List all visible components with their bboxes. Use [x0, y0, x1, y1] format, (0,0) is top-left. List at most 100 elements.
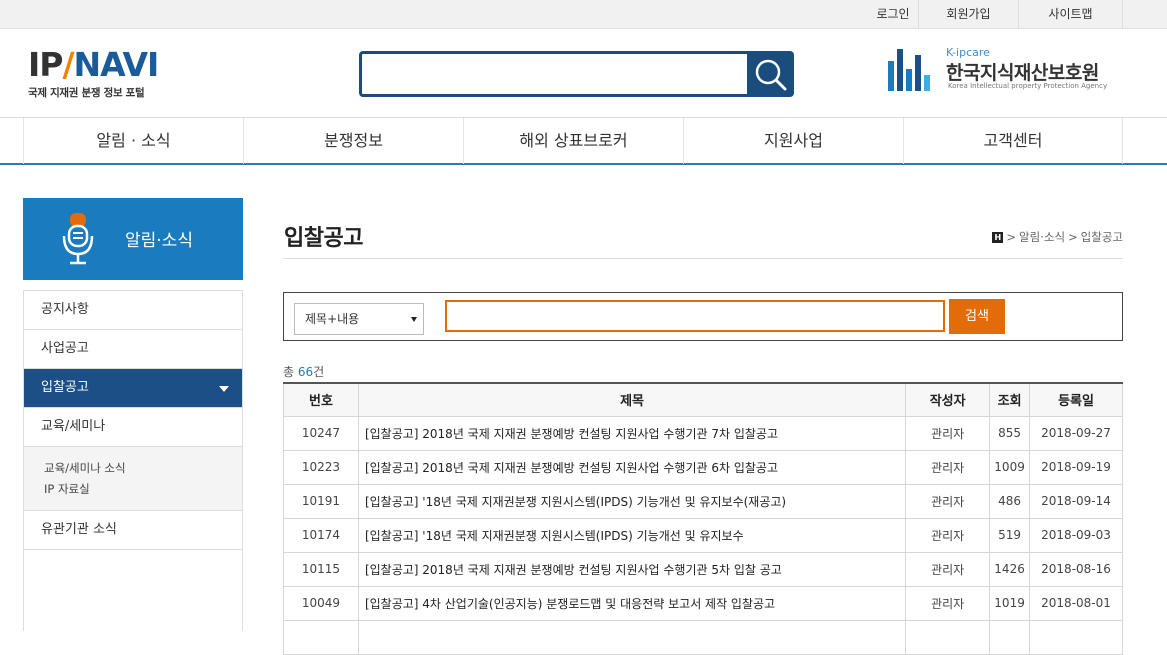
cell-author: 관리자: [905, 585, 991, 621]
main-nav: 알림 · 소식 분쟁정보 해외 상표브로커 지원사업 고객센터: [0, 117, 1167, 165]
cell-date: [1029, 619, 1123, 655]
kipo-bars-icon: [888, 49, 936, 91]
table-row[interactable]: 10115 [입찰공고] 2018년 국제 지재권 분쟁예방 컨설팅 지원사업 수…: [283, 551, 1123, 587]
table-row[interactable]: 10174 [입찰공고] '18년 국제 지재권분쟁 지원시스템(IPDS) 기능…: [283, 517, 1123, 553]
logo-wordmark: IP/NAVI: [28, 48, 168, 82]
table-row[interactable]: 10223 [입찰공고] 2018년 국제 지재권 분쟁예방 컨설팅 지원사업 수…: [283, 449, 1123, 485]
sidebar-subitem-seminar-news[interactable]: 교육/세미나 소식: [44, 458, 242, 479]
logo-navi: NAVI: [73, 45, 160, 84]
sidebar-header: 알림·소식: [23, 198, 243, 280]
nav-dispute-info[interactable]: 분쟁정보: [243, 118, 463, 164]
cell-title[interactable]: [입찰공고] 2018년 국제 지재권 분쟁예방 컨설팅 지원사업 수행기관 6…: [357, 449, 907, 485]
caret-down-icon: [219, 386, 229, 392]
nav-customer-center[interactable]: 고객센터: [903, 118, 1123, 164]
sidebar-item-bid-label: 입찰공고: [41, 380, 89, 395]
sidebar-subitem-ip-library[interactable]: IP 자료실: [44, 479, 242, 500]
signup-link[interactable]: 회원가입: [918, 0, 1018, 29]
cell-views: 1009: [989, 449, 1031, 485]
count-value: 66: [297, 365, 314, 379]
sidebar-item-related-news[interactable]: 유관기관 소식: [24, 511, 242, 550]
cell-date: 2018-09-19: [1029, 449, 1123, 485]
cell-number: 10247: [283, 415, 359, 451]
cell-author: 관리자: [905, 449, 991, 485]
cell-title[interactable]: [입찰공고] 4차 산업기술(인공지능) 분쟁로드맵 및 대응전략 보고서 제작…: [357, 585, 907, 621]
breadcrumb: H > 알림·소식 > 입찰공고: [992, 229, 1123, 245]
login-link[interactable]: 로그인: [868, 0, 918, 29]
table-row[interactable]: [283, 619, 1123, 655]
search-input[interactable]: [362, 54, 750, 94]
dropdown-arrow-icon: [411, 317, 417, 322]
cell-author: 관리자: [905, 483, 991, 519]
global-search: [359, 51, 794, 97]
breadcrumb-current: 입찰공고: [1080, 230, 1123, 244]
search-type-select[interactable]: 제목+내용: [294, 303, 424, 335]
cell-number: 10174: [283, 517, 359, 553]
cell-number: 10115: [283, 551, 359, 587]
cell-number: 10191: [283, 483, 359, 519]
col-number: 번호: [283, 383, 359, 417]
nav-notice[interactable]: 알림 · 소식: [23, 118, 243, 164]
kipo-english-name: Korea Intellectual property Protection A…: [948, 82, 1108, 90]
col-views: 조회: [989, 383, 1031, 417]
top-links: 로그인 회원가입 사이트맵: [868, 0, 1123, 29]
cell-title[interactable]: [입찰공고] '18년 국제 지재권분쟁 지원시스템(IPDS) 기능개선 및 …: [357, 483, 907, 519]
col-author: 작성자: [905, 383, 991, 417]
top-utility-bar: 로그인 회원가입 사이트맵: [0, 0, 1167, 29]
cell-views: 519: [989, 517, 1031, 553]
breadcrumb-separator: >: [1006, 230, 1017, 244]
cell-title[interactable]: [입찰공고] 2018년 국제 지재권 분쟁예방 컨설팅 지원사업 수행기관 7…: [357, 415, 907, 451]
cell-number: [283, 619, 359, 655]
cell-views: 1426: [989, 551, 1031, 587]
logo-tagline: 국제 지재권 분쟁 정보 포털: [28, 87, 145, 99]
sidebar-title: 알림·소식: [125, 231, 193, 251]
cell-number: 10223: [283, 449, 359, 485]
table-row[interactable]: 10049 [입찰공고] 4차 산업기술(인공지능) 분쟁로드맵 및 대응전략 보…: [283, 585, 1123, 621]
table-row[interactable]: 10247 [입찰공고] 2018년 국제 지재권 분쟁예방 컨설팅 지원사업 수…: [283, 415, 1123, 451]
board-search-box: 제목+내용 검색: [283, 292, 1123, 341]
search-button[interactable]: [747, 53, 792, 95]
sitemap-link[interactable]: 사이트맵: [1018, 0, 1123, 29]
cell-author: 관리자: [905, 517, 991, 553]
cell-views: 855: [989, 415, 1031, 451]
ipnavi-logo[interactable]: IP/NAVI 국제 지재권 분쟁 정보 포털: [28, 48, 168, 102]
cell-date: 2018-09-27: [1029, 415, 1123, 451]
cell-views: 1019: [989, 585, 1031, 621]
post-count: 총 66건: [283, 363, 324, 380]
cell-author: [905, 619, 991, 655]
sidebar-item-notice[interactable]: 공지사항: [24, 291, 242, 330]
microphone-icon: [62, 213, 94, 265]
col-title: 제목: [357, 383, 907, 417]
cell-date: 2018-08-16: [1029, 551, 1123, 587]
page-title: 입찰공고: [284, 226, 363, 251]
sidebar-item-bid[interactable]: 입찰공고: [24, 369, 242, 408]
breadcrumb-notice[interactable]: 알림·소식: [1019, 229, 1065, 245]
bid-notice-table: 번호 제목 작성자 조회 등록일 10247 [입찰공고] 2018년 국제 지재…: [283, 382, 1123, 655]
cell-views: [989, 619, 1031, 655]
sidebar-menu: 공지사항 사업공고 입찰공고 교육/세미나 교육/세미나 소식 IP 자료실 유…: [23, 290, 243, 631]
sidebar-submenu: 교육/세미나 소식 IP 자료실: [24, 447, 242, 511]
kipo-name: 한국지식재산보호원: [946, 62, 1099, 84]
board-search-button[interactable]: 검색: [949, 299, 1005, 334]
cell-title[interactable]: [입찰공고] 2018년 국제 지재권 분쟁예방 컨설팅 지원사업 수행기관 5…: [357, 551, 907, 587]
title-divider: [283, 258, 1123, 259]
kipo-logo[interactable]: K-ipcare 한국지식재산보호원 Korea Intellectual pr…: [888, 46, 1128, 96]
sidebar-item-education[interactable]: 교육/세미나: [24, 408, 242, 447]
logo-ip: IP: [28, 45, 63, 84]
board-search-input[interactable]: [445, 300, 945, 332]
cell-title[interactable]: [입찰공고] '18년 국제 지재권분쟁 지원시스템(IPDS) 기능개선 및 …: [357, 517, 907, 553]
cell-title[interactable]: [357, 619, 907, 655]
sidebar-item-business[interactable]: 사업공고: [24, 330, 242, 369]
table-header-row: 번호 제목 작성자 조회 등록일: [283, 383, 1123, 417]
cell-date: 2018-08-01: [1029, 585, 1123, 621]
home-icon[interactable]: H: [992, 231, 1004, 243]
nav-trademark-broker[interactable]: 해외 상표브로커: [463, 118, 683, 164]
search-type-value: 제목+내용: [305, 312, 360, 326]
logo-slash: /: [62, 45, 74, 84]
cell-date: 2018-09-03: [1029, 517, 1123, 553]
count-prefix: 총: [283, 365, 298, 379]
breadcrumb-separator: >: [1068, 230, 1078, 244]
count-suffix: 건: [313, 365, 325, 379]
table-row[interactable]: 10191 [입찰공고] '18년 국제 지재권분쟁 지원시스템(IPDS) 기능…: [283, 483, 1123, 519]
col-date: 등록일: [1029, 383, 1123, 417]
nav-support[interactable]: 지원사업: [683, 118, 903, 164]
